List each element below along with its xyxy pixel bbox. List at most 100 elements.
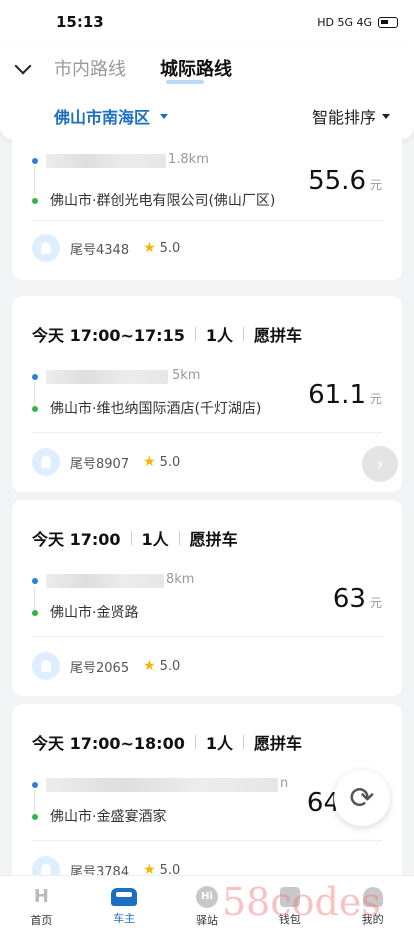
separator (242, 327, 244, 341)
blurred-origin (46, 154, 166, 168)
blurred-origin (46, 778, 278, 792)
price-value: 55.6 (308, 166, 366, 196)
rating: 5.0 (159, 658, 181, 674)
route-tabs: 市内路线 城际路线 (0, 44, 414, 92)
tab-city-route[interactable]: 市内路线 (54, 55, 126, 81)
end-dot (32, 198, 38, 204)
trip-seats: 1人 (205, 734, 233, 753)
divider (32, 432, 382, 433)
sort-selector[interactable]: 智能排序 (312, 104, 390, 128)
status-icons: HD 5G 4G (317, 16, 398, 29)
bottom-nav: H 首页 车主 Hi 驿站 钱包 我的 (0, 875, 414, 937)
nav-wallet[interactable]: 钱包 (248, 876, 331, 937)
origin-distance: 8km (166, 572, 195, 587)
trip-meta: 今天 17:00 1人 愿拼车 (32, 526, 238, 550)
trip-seats: 1人 (205, 326, 233, 345)
nav-home[interactable]: H 首页 (0, 876, 83, 937)
refresh-icon[interactable]: ⟳ (334, 770, 390, 826)
start-dot (32, 578, 38, 584)
nav-driver[interactable]: 车主 (83, 876, 166, 937)
nav-label: 驿站 (195, 913, 218, 927)
separator (130, 531, 132, 545)
plate-number: 尾号8907 (70, 456, 130, 472)
chevron-down-icon[interactable] (14, 59, 32, 77)
status-indicators: HD 5G 4G (317, 15, 372, 29)
station-icon: Hi (195, 885, 218, 908)
price: 55.6 元 (308, 166, 382, 196)
tab-intercity-route[interactable]: 城际路线 (160, 55, 232, 84)
nav-label: 我的 (361, 912, 384, 926)
price-unit: 元 (369, 178, 382, 192)
nav-label: 钱包 (278, 912, 301, 926)
trip-time: 今天 17:00~18:00 (32, 734, 185, 753)
divider (32, 840, 382, 841)
nav-label: 车主 (113, 911, 136, 925)
star-icon: ★ (143, 862, 156, 875)
trip-carpool: 愿拼车 (189, 530, 238, 549)
nav-station[interactable]: Hi 驿站 (166, 876, 249, 937)
rating: 5.0 (159, 454, 181, 470)
trip-time: 今天 17:00~17:15 (32, 326, 185, 345)
city-selector[interactable]: 佛山市南海区 (54, 104, 169, 128)
origin-distance: 1.8km (168, 152, 209, 167)
avatar (32, 856, 60, 875)
blurred-origin (46, 370, 168, 384)
plate-number: 尾号2065 (70, 660, 130, 676)
origin-distance: 5km (172, 368, 201, 383)
nav-me[interactable]: 我的 (331, 876, 414, 937)
order-card[interactable]: 今天 17:00~17:15 1人 愿拼车 5km 佛山市·维也纳国际酒店(千灯… (12, 296, 402, 492)
price-value: 63 (332, 584, 366, 614)
order-list[interactable]: 1.8km 佛山市·群创光电有限公司(佛山厂区) 55.6 元 尾号4348 ★… (12, 140, 402, 875)
passenger-info: 尾号3784 ★ 5.0 (32, 856, 180, 875)
price: 63 元 (333, 584, 382, 614)
price-unit: 元 (369, 392, 382, 406)
route-line (34, 166, 35, 194)
destination: 佛山市·金贤路 (50, 605, 139, 621)
filter-row: 佛山市南海区 智能排序 (0, 92, 414, 140)
avatar (32, 234, 60, 262)
passenger-info: 尾号2065 ★ 5.0 (32, 652, 180, 680)
trip-meta: 今天 17:00~18:00 1人 愿拼车 (32, 730, 302, 754)
trip-time: 今天 17:00 (32, 530, 121, 549)
start-dot (32, 782, 38, 788)
star-icon: ★ (143, 240, 156, 256)
end-dot (32, 406, 38, 412)
battery-icon (378, 16, 398, 28)
end-dot (32, 814, 38, 820)
home-h-icon: H (33, 886, 49, 907)
city-label: 佛山市南海区 (54, 108, 151, 127)
trip-carpool: 愿拼车 (253, 326, 302, 345)
order-card[interactable]: 1.8km 佛山市·群创光电有限公司(佛山厂区) 55.6 元 尾号4348 ★… (12, 140, 402, 280)
caret-down-icon (382, 113, 390, 119)
separator (194, 735, 196, 749)
end-dot (32, 610, 38, 616)
divider (32, 636, 382, 637)
separator (194, 327, 196, 341)
trip-carpool: 愿拼车 (253, 734, 302, 753)
avatar (32, 652, 60, 680)
sort-label: 智能排序 (311, 108, 376, 127)
separator (178, 531, 180, 545)
passenger-info: 尾号8907 ★ 5.0 (32, 448, 180, 476)
avatar (32, 448, 60, 476)
status-time: 15:13 (56, 13, 104, 31)
start-dot (32, 158, 38, 164)
status-bar: 15:13 HD 5G 4G (0, 0, 414, 44)
divider (32, 220, 382, 221)
wallet-icon (279, 886, 300, 907)
order-card[interactable]: 今天 17:00 1人 愿拼车 8km 佛山市·金贤路 63 元 尾号2065 … (12, 500, 402, 696)
trip-seats: 1人 (141, 530, 169, 549)
car-icon (111, 887, 138, 906)
start-dot (32, 374, 38, 380)
rating: 5.0 (159, 240, 181, 256)
chevron-right-icon[interactable]: › (362, 446, 398, 482)
origin-distance: n (280, 776, 289, 791)
passenger-info: 尾号4348 ★ 5.0 (32, 234, 180, 262)
star-icon: ★ (143, 658, 156, 674)
top-header: 市内路线 城际路线 佛山市南海区 智能排序 (0, 44, 414, 140)
destination: 佛山市·金盛宴酒家 (50, 809, 167, 825)
rating: 5.0 (159, 862, 181, 876)
price: 61.1 元 (308, 380, 382, 410)
blurred-origin (46, 574, 164, 588)
trip-meta: 今天 17:00~17:15 1人 愿拼车 (32, 322, 302, 346)
